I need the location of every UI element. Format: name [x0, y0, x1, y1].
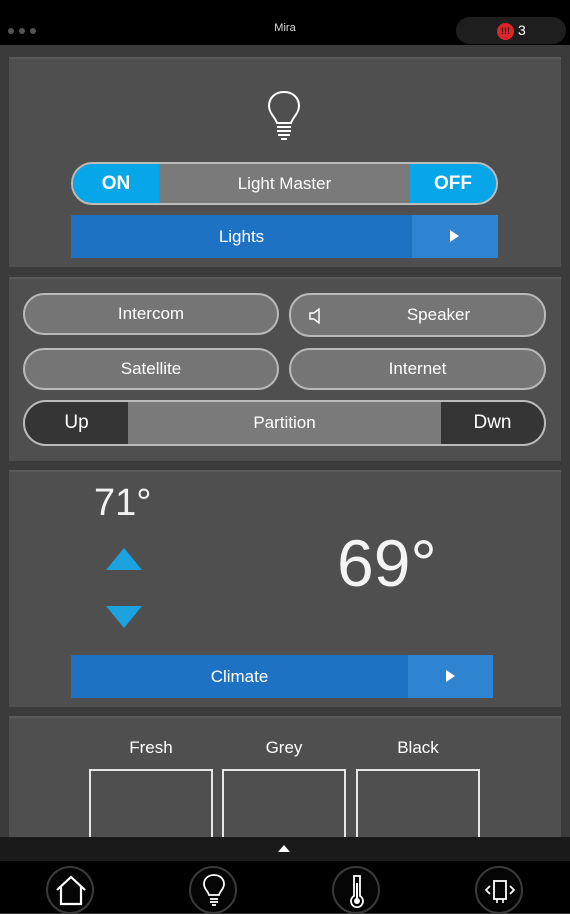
- setpoint-down-icon[interactable]: [106, 606, 142, 628]
- partition-down-button[interactable]: Dwn: [441, 402, 544, 444]
- intercom-button[interactable]: Intercom: [23, 293, 279, 335]
- alert-icon: !!!: [497, 23, 514, 40]
- light-master-label: Light Master: [237, 174, 332, 193]
- vibration-icon: [484, 880, 516, 903]
- chevron-right-icon: [450, 230, 459, 242]
- climate-nav-label: Climate: [210, 667, 269, 686]
- light-master-off-button[interactable]: OFF: [410, 164, 496, 203]
- current-temperature: 69°: [337, 526, 437, 600]
- climate-tab-button[interactable]: [332, 866, 380, 914]
- alert-count: 3: [518, 22, 526, 38]
- chevron-right-icon: [446, 670, 455, 682]
- lights-nav-button[interactable]: Lights: [71, 215, 498, 258]
- speaker-label: Speaker: [406, 305, 471, 324]
- light-master-on-button[interactable]: ON: [73, 164, 159, 203]
- fresh-label: Fresh: [129, 738, 173, 757]
- home-button[interactable]: [46, 866, 94, 914]
- setpoint-temperature: 71°: [94, 482, 152, 524]
- lightbulb-icon: [267, 90, 301, 140]
- thermometer-icon: [350, 875, 364, 909]
- internet-button[interactable]: Internet: [289, 348, 546, 390]
- partition-label: Partition: [253, 413, 316, 432]
- chevron-up-icon: [278, 845, 290, 852]
- satellite-button[interactable]: Satellite: [23, 348, 279, 390]
- speaker-button[interactable]: Speaker: [289, 293, 546, 337]
- lights-nav-label: Lights: [218, 227, 265, 246]
- lights-tab-button[interactable]: [189, 866, 237, 914]
- light-master-toggle: ON Light Master OFF: [71, 162, 498, 205]
- partition-up-button[interactable]: Up: [25, 402, 128, 444]
- setpoint-up-icon[interactable]: [106, 548, 142, 570]
- climate-arrow-button[interactable]: [408, 655, 493, 698]
- lightbulb-icon: [203, 874, 225, 906]
- speaker-icon: [309, 308, 320, 324]
- home-icon: [56, 875, 86, 906]
- vibration-tab-button[interactable]: [475, 866, 523, 914]
- black-label: Black: [397, 738, 439, 757]
- lights-arrow-button[interactable]: [412, 215, 498, 258]
- partition-control: Up Partition Dwn: [23, 400, 546, 446]
- grey-label: Grey: [265, 738, 303, 757]
- climate-nav-button[interactable]: Climate: [71, 655, 493, 698]
